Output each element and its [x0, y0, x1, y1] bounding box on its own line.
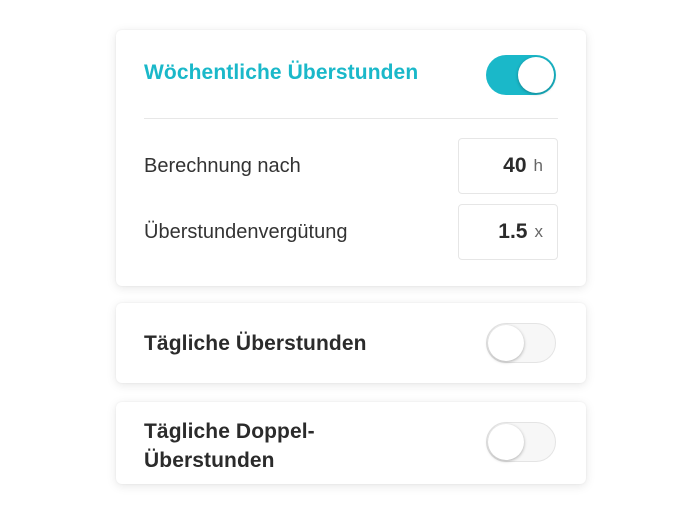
daily-overtime-title: Tägliche Überstunden [144, 332, 367, 355]
weekly-overtime-toggle[interactable] [486, 55, 556, 95]
calculation-label: Berechnung nach [144, 155, 301, 177]
toggle-knob [488, 325, 524, 361]
daily-double-overtime-card: Tägliche Doppel- Überstunden [116, 402, 586, 484]
rate-value: 1.5 [498, 220, 528, 243]
hours-input[interactable]: 40 h [458, 138, 558, 194]
daily-overtime-card: Tägliche Überstunden [116, 303, 586, 383]
hours-unit: h [533, 156, 543, 175]
title-line-2: Überstunden [144, 449, 275, 472]
daily-double-overtime-toggle[interactable] [486, 422, 556, 462]
daily-overtime-toggle[interactable] [486, 323, 556, 363]
toggle-knob [518, 57, 554, 93]
compensation-label: Überstundenvergütung [144, 221, 348, 243]
title-line-1: Tägliche Doppel- [144, 420, 315, 443]
daily-double-overtime-title: Tägliche Doppel- Überstunden [144, 417, 315, 475]
rate-unit: x [534, 222, 544, 241]
weekly-overtime-card: Wöchentliche Überstunden Berechnung nach… [116, 30, 586, 286]
toggle-knob [488, 424, 524, 460]
rate-input[interactable]: 1.5 x [458, 204, 558, 260]
hours-value: 40 [503, 154, 527, 177]
weekly-overtime-title: Wöchentliche Überstunden [144, 61, 419, 84]
divider [144, 118, 558, 119]
